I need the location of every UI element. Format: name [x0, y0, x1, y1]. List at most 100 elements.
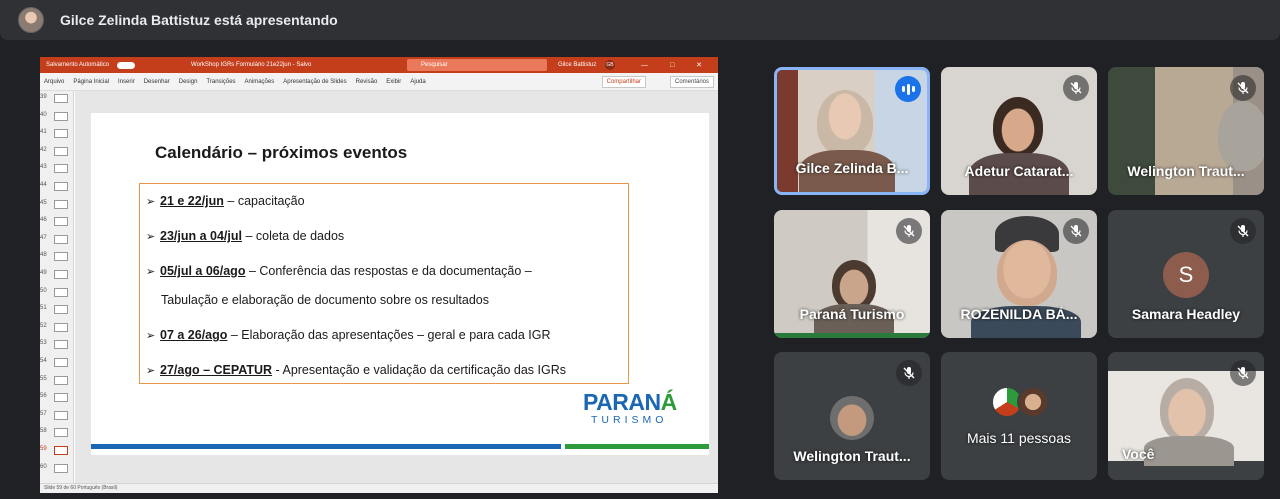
arrow-bullet-icon: ➢ [146, 196, 156, 208]
slide-thumbnail-preview [54, 94, 68, 103]
participant-tile[interactable]: Welington Traut... [774, 352, 930, 480]
menu-animacoes[interactable]: Animações [245, 79, 275, 85]
slide-thumbnail[interactable]: 45 [40, 197, 74, 213]
ppt-search-input[interactable]: Pesquisar [407, 59, 547, 71]
participant-face [817, 90, 873, 156]
more-participants-label: Mais 11 pessoas [966, 430, 1071, 446]
slide-thumbnail[interactable]: 44 [40, 179, 74, 195]
slide-thumbnail-preview [54, 129, 68, 139]
slide-thumbnail[interactable]: 56 [40, 390, 74, 406]
slide-thumbnail-preview [54, 182, 68, 191]
slide-thumbnail-preview [54, 463, 68, 473]
current-slide: Calendário – próximos eventos ➢ 21 e 22/j… [91, 113, 709, 455]
speaking-indicator-icon [895, 76, 921, 102]
parana-turismo-logo: PARANÁ TURISMO [583, 389, 677, 426]
participant-tile[interactable]: Welington Traut... [1108, 67, 1264, 195]
slide-thumbnail[interactable]: 52 [40, 320, 74, 336]
participant-tile[interactable]: S Samara Headley [1108, 210, 1264, 338]
slide-thumbnail-preview [54, 358, 68, 367]
slide-thumbnail-number: 59 [40, 446, 47, 452]
events-box: ➢ 21 e 22/jun – capacitação ➢ 23/jun a 04/… [139, 183, 629, 384]
event-item: ➢ 05/jul a 06/ago – Conferência das respo… [146, 264, 532, 278]
more-participants-tile[interactable]: Mais 11 pessoas [941, 352, 1097, 480]
slide-thumbnail[interactable]: 55 [40, 373, 74, 389]
slide-thumbnail[interactable]: 60 [40, 461, 74, 477]
slide-thumbnail[interactable]: 48 [40, 249, 74, 265]
slide-thumbnail[interactable]: 51 [40, 302, 74, 318]
participant-name: Você [1122, 446, 1155, 462]
mic-off-icon [896, 218, 922, 244]
participant-tile[interactable]: Paraná Turismo [774, 210, 930, 338]
slide-thumbnail-number: 60 [40, 463, 47, 470]
autosave-toggle[interactable] [117, 61, 136, 69]
slide-thumbnail[interactable]: 41 [40, 126, 74, 142]
event-item: ➢ 21 e 22/jun – capacitação [146, 194, 305, 208]
participant-name: Welington Traut... [1127, 163, 1245, 179]
mic-off-icon [1063, 75, 1089, 101]
slide-thumbnail-preview [54, 270, 68, 279]
participant-tile[interactable]: Gilce Zelinda B... [774, 67, 930, 195]
slide-thumbnail-preview [54, 234, 68, 244]
slide-thumbnail-number: 56 [40, 393, 47, 400]
ppt-comments-button[interactable]: Comentários [669, 76, 714, 88]
participant-tile[interactable]: ROZENILDA BÁ... [941, 210, 1097, 338]
slide-thumbnail[interactable]: 46 [40, 214, 74, 230]
menu-exibir[interactable]: Exibir [386, 79, 401, 85]
slide-thumbnail[interactable]: 53 [40, 337, 74, 353]
slide-thumbnail[interactable]: 58 [40, 425, 74, 441]
slide-thumbnail-preview [54, 199, 68, 209]
slide-thumbnail[interactable]: 39 [40, 91, 74, 107]
ppt-user-name: Gilce Battistuz [558, 62, 597, 68]
participant-tile[interactable]: Adetur Catarat... [941, 67, 1097, 195]
mic-off-icon [1230, 360, 1256, 386]
slide-thumbnail[interactable]: 43 [40, 161, 74, 177]
shared-screen: Salvamento Automático WorkShop IGRs Form… [40, 57, 718, 493]
arrow-bullet-icon: ➢ [146, 330, 156, 342]
menu-design[interactable]: Design [179, 79, 198, 85]
event-item: ➢ 07 a 26/ago – Elaboração das apresentaç… [146, 328, 551, 342]
menu-transicoes[interactable]: Transições [206, 79, 235, 85]
slide-thumbnail[interactable]: 57 [40, 408, 74, 424]
slide-thumbnail-preview [54, 217, 68, 227]
menu-arquivo[interactable]: Arquivo [44, 79, 64, 85]
slide-thumbnail-number: 51 [40, 305, 47, 312]
slide-stripe-green [565, 444, 709, 449]
slide-thumbnail[interactable]: 47 [40, 232, 74, 248]
slide-thumbnail-preview [54, 111, 68, 121]
slide-thumbnail-number: 52 [40, 322, 47, 329]
menu-pagina-inicial[interactable]: Página Inicial [73, 79, 109, 85]
menu-inserir[interactable]: Inserir [118, 79, 135, 85]
arrow-bullet-icon: ➢ [146, 266, 156, 278]
slide-thumbnail[interactable]: 49 [40, 267, 74, 283]
menu-apresentacao[interactable]: Apresentação de Slides [283, 79, 346, 85]
menu-revisao[interactable]: Revisão [356, 79, 378, 85]
menu-desenhar[interactable]: Desenhar [144, 79, 170, 85]
slide-thumbnail-number: 41 [40, 129, 47, 136]
participant-avatar [1017, 386, 1049, 418]
self-tile[interactable]: Você [1108, 352, 1264, 480]
slide-thumbnail-number: 46 [40, 217, 47, 224]
slide-thumbnail-preview [54, 322, 68, 332]
slide-thumbnail-number: 53 [40, 340, 47, 347]
slide-thumbnail[interactable]: 59 [40, 443, 74, 459]
slide-thumbnail-preview [54, 375, 68, 385]
slide-thumbnail[interactable]: 54 [40, 355, 74, 371]
window-controls[interactable]: — □ ✕ [641, 61, 712, 69]
participant-name: Welington Traut... [793, 448, 911, 464]
slide-thumbnail[interactable]: 50 [40, 285, 74, 301]
slide-thumbnail-number: 40 [40, 111, 47, 118]
slide-stripe-blue [91, 444, 561, 449]
menu-ajuda[interactable]: Ajuda [410, 79, 425, 85]
slide-thumbnail[interactable]: 42 [40, 144, 74, 160]
ppt-user-avatar[interactable]: GB [605, 60, 615, 70]
ppt-share-button[interactable]: Compartilhar [601, 76, 646, 88]
presenter-banner: Gilce Zelinda Battistuz está apresentand… [0, 0, 1280, 40]
slide-thumbnail-number: 43 [40, 164, 47, 171]
participant-face [832, 260, 876, 310]
slide-thumbnail-number: 57 [40, 410, 47, 417]
slide-thumbnail[interactable]: 40 [40, 109, 74, 125]
participant-avatar [830, 396, 874, 440]
participant-name: Paraná Turismo [799, 306, 905, 322]
slide-thumbnail-number: 39 [40, 94, 47, 100]
ppt-status-bar: Slide 59 de 60 Português (Brasil) [40, 483, 718, 493]
